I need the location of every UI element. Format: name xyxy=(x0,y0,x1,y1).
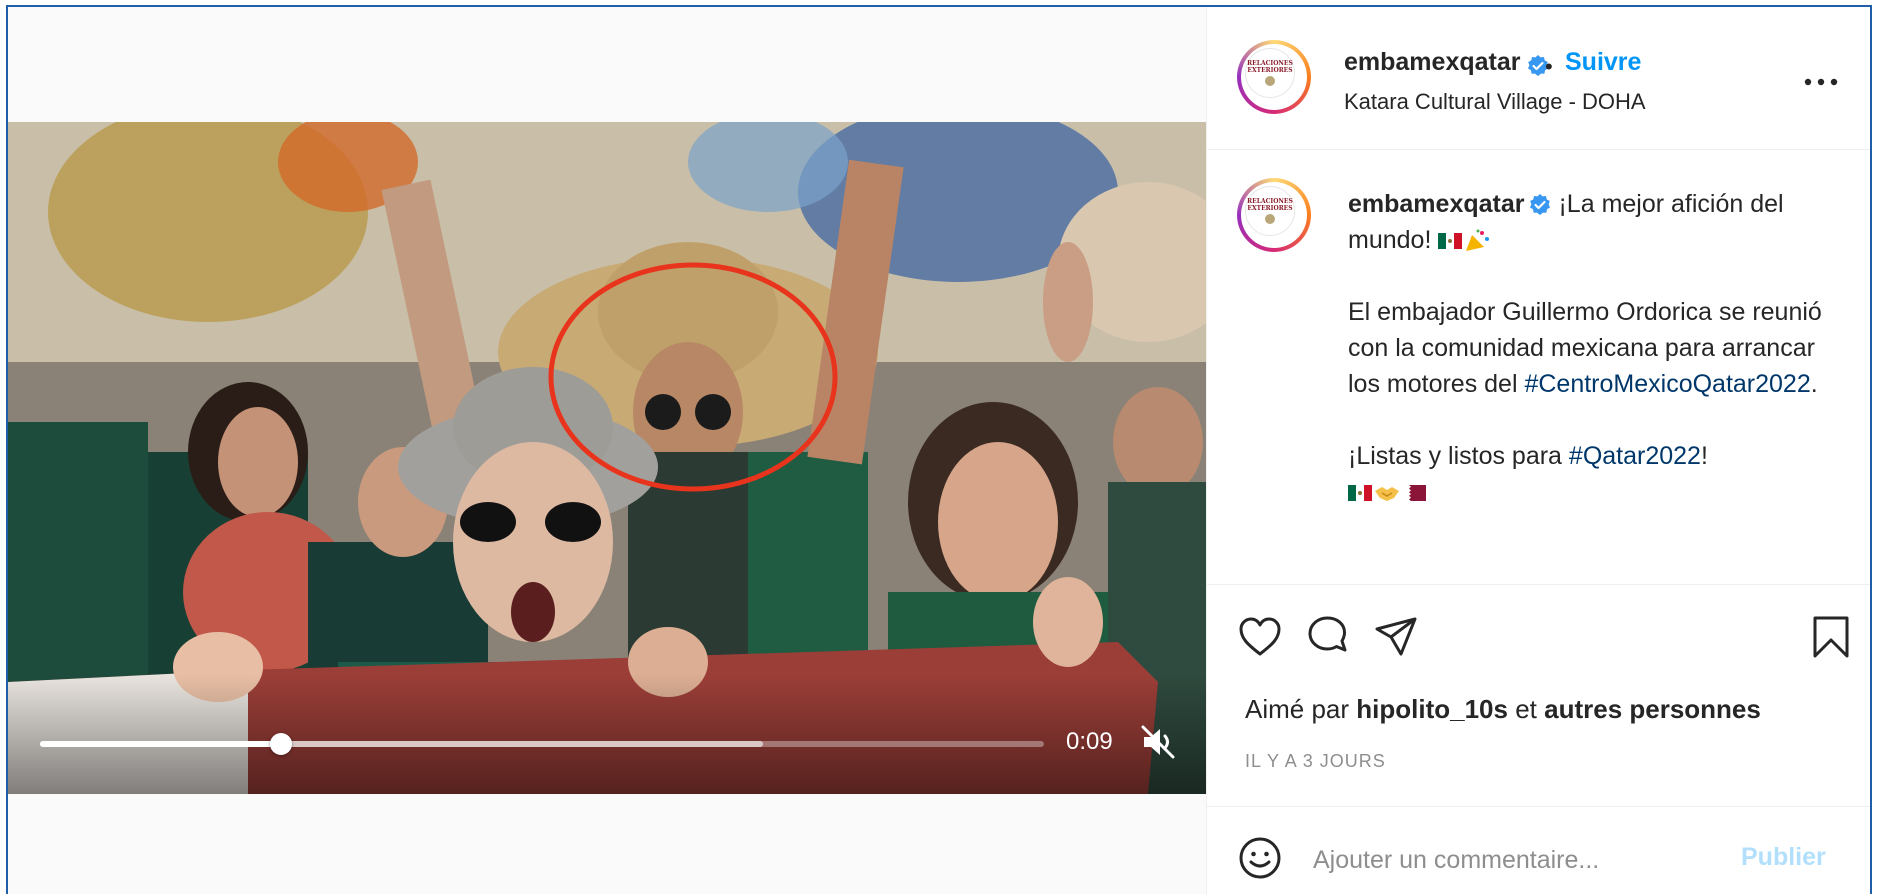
liked-by-user-link[interactable]: hipolito_10s xyxy=(1356,694,1508,724)
video-controls-overlay xyxy=(8,674,1206,794)
hashtag-link[interactable]: #CentroMexicoQatar2022 xyxy=(1524,370,1810,398)
header-username-row: embamexqatar xyxy=(1344,48,1550,78)
post-timestamp[interactable]: IL Y A 3 JOURS xyxy=(1245,751,1386,772)
comment-input[interactable] xyxy=(1311,839,1735,881)
caption-username[interactable]: embamexqatar xyxy=(1348,190,1524,218)
caption-paragraph3: ¡Listas y listos para #Qatar2022! xyxy=(1348,442,1708,470)
post-caption: RELACIONES EXTERIORES embamexqatar ¡La me… xyxy=(1207,149,1870,585)
post-header: RELACIONES EXTERIORES embamexqatar • Sui… xyxy=(1207,7,1870,150)
emoji-picker-icon[interactable] xyxy=(1237,835,1283,881)
header-separator: • xyxy=(1545,54,1553,79)
verified-badge-icon xyxy=(1530,194,1551,216)
volume-muted-icon[interactable] xyxy=(1138,722,1178,762)
video-player[interactable]: 0:09 xyxy=(8,122,1206,794)
post-actions: Aimé par hipolito_10s et autres personne… xyxy=(1207,584,1870,894)
comment-bubble-icon[interactable] xyxy=(1305,614,1351,660)
media-area: 0:09 xyxy=(8,7,1206,894)
more-options-icon[interactable] xyxy=(1803,77,1839,87)
instagram-post-embed: 0:09 RELACIONES EXTERIORES embamexqatar xyxy=(6,5,1872,894)
relaciones-exteriores-logo: RELACIONES EXTERIORES xyxy=(1245,48,1295,98)
save-bookmark-icon[interactable] xyxy=(1811,614,1851,660)
post-username[interactable]: embamexqatar xyxy=(1344,48,1520,76)
follow-button[interactable]: Suivre xyxy=(1565,48,1641,77)
liked-by-text: Aimé par hipolito_10s et autres personne… xyxy=(1245,694,1761,724)
comment-bar: Publier xyxy=(1207,806,1870,894)
video-current-time: 0:09 xyxy=(1066,728,1113,755)
like-heart-icon[interactable] xyxy=(1237,614,1283,660)
qatar-flag-emoji xyxy=(1402,485,1426,502)
avatar[interactable]: RELACIONES EXTERIORES xyxy=(1237,40,1311,114)
share-send-icon[interactable] xyxy=(1373,614,1419,660)
mexico-flag-emoji xyxy=(1348,485,1372,502)
relaciones-exteriores-logo: RELACIONES EXTERIORES xyxy=(1245,186,1295,236)
liked-by-others-link[interactable]: autres personnes xyxy=(1544,694,1761,724)
caption-paragraph2: El embajador Guillermo Ordorica se reuni… xyxy=(1348,298,1829,398)
handshake-emoji xyxy=(1375,487,1399,502)
post-side-panel: RELACIONES EXTERIORES embamexqatar • Sui… xyxy=(1206,7,1870,894)
publish-button[interactable]: Publier xyxy=(1741,843,1826,872)
hashtag-link[interactable]: #Qatar2022 xyxy=(1569,442,1701,470)
post-location[interactable]: Katara Cultural Village - DOHA xyxy=(1344,89,1646,115)
video-played-bar xyxy=(40,741,281,747)
caption-text: embamexqatar ¡La mejor afición del mundo!… xyxy=(1348,186,1828,510)
video-progress-bar[interactable] xyxy=(40,733,1044,755)
caption-avatar[interactable]: RELACIONES EXTERIORES xyxy=(1237,178,1311,252)
party-popper-emoji xyxy=(1466,229,1490,252)
mexico-flag-emoji xyxy=(1438,233,1463,250)
video-scrubber-handle[interactable] xyxy=(269,733,292,755)
